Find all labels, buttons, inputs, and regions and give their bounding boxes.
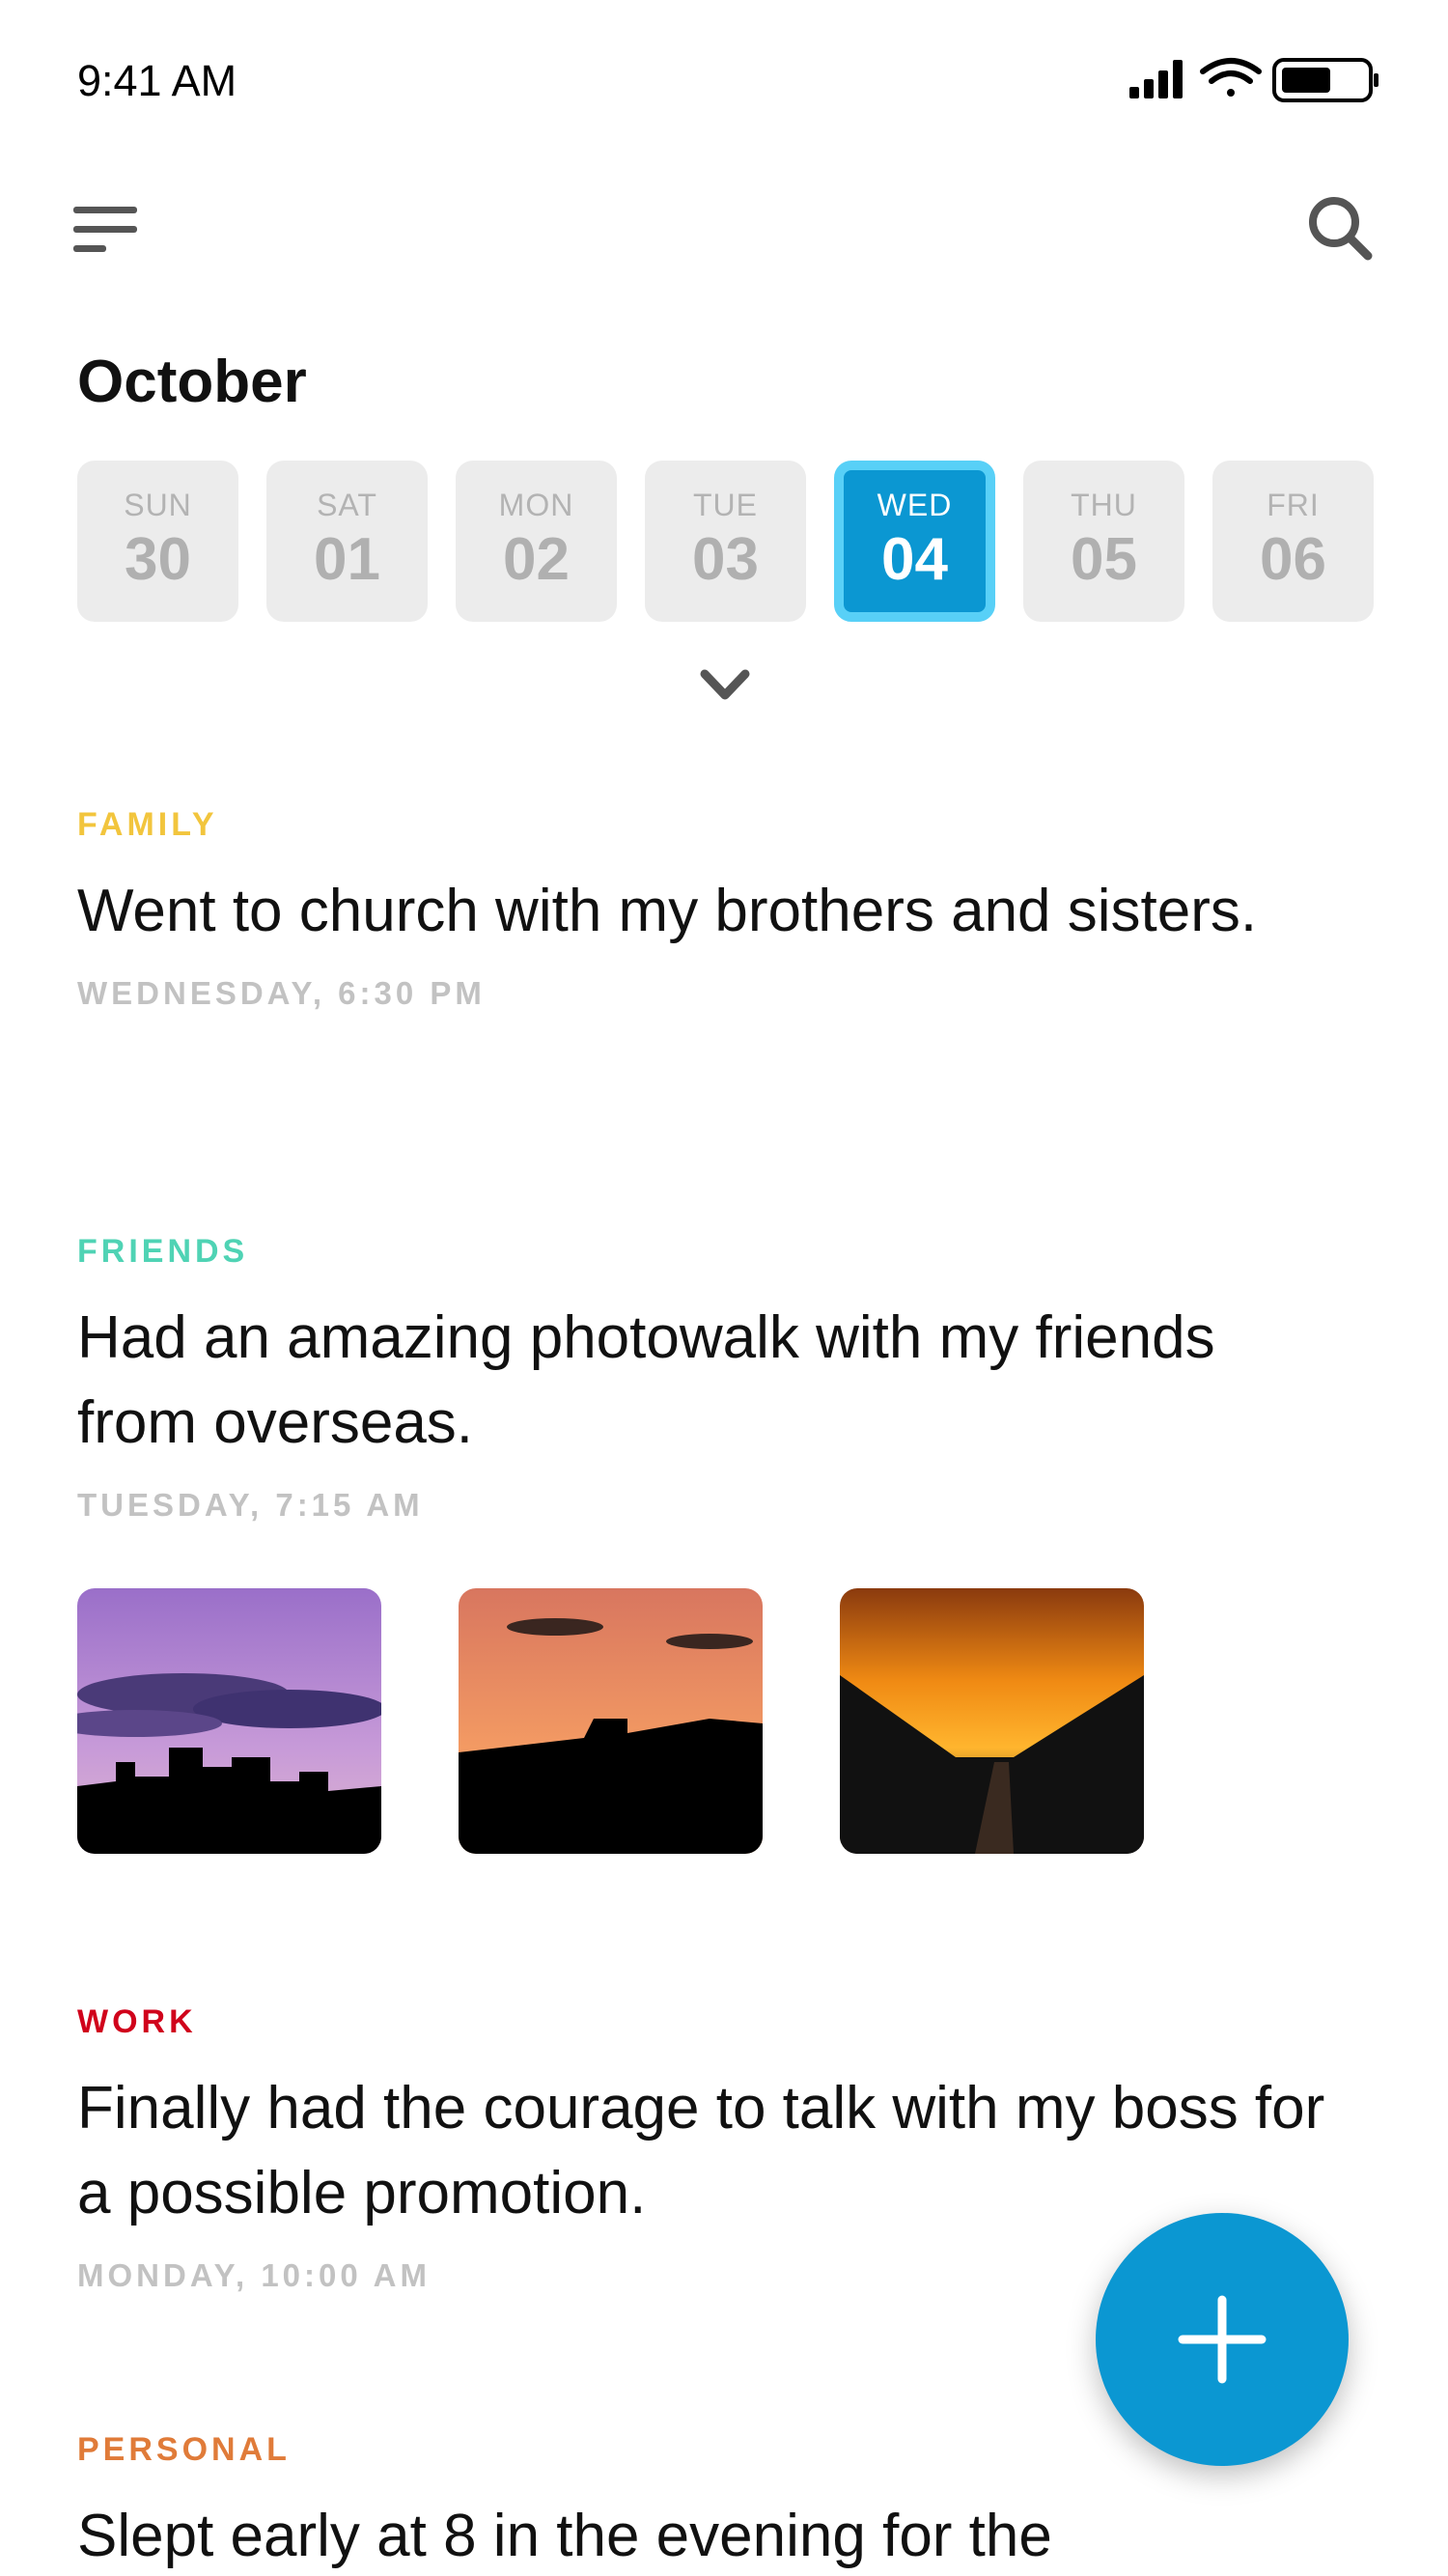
day-tue-03[interactable]: TUE 03: [645, 461, 806, 622]
day-number: 06: [1260, 526, 1326, 593]
entry-photos: [77, 1588, 1144, 1854]
entry-category: FRIENDS: [77, 1233, 249, 1270]
journal-screen: 9:41 AM October SUN 30 SAT 01 MON 02 TUE…: [0, 0, 1448, 2576]
day-number: 01: [314, 526, 380, 593]
entry-time: WEDNESDAY, 6:30 PM: [77, 975, 486, 1011]
month-title: October: [77, 349, 307, 415]
plus-icon: [1178, 2295, 1267, 2384]
day-sat-01[interactable]: SAT 01: [266, 461, 428, 622]
day-of-week: WED: [877, 488, 953, 522]
day-number: 03: [692, 526, 759, 593]
wifi-icon: [1200, 58, 1262, 97]
day-of-week: THU: [1071, 488, 1137, 522]
entry-time: TUESDAY, 7:15 AM: [77, 1487, 424, 1523]
day-number: 02: [503, 526, 570, 593]
day-sun-30[interactable]: SUN 30: [77, 461, 238, 622]
entry-text: Went to church with my brothers and sist…: [77, 878, 1258, 944]
day-wed-04-selected[interactable]: WED 04: [834, 461, 995, 622]
entry-text: Had an amazing photowalk with my friends…: [77, 1304, 1215, 1456]
status-bar: 9:41 AM: [0, 0, 1448, 145]
day-of-week: SAT: [317, 488, 377, 522]
purple-sky-skyline-photo[interactable]: [77, 1588, 381, 1854]
entry-category: FAMILY: [77, 806, 218, 843]
day-strip: SUN 30 SAT 01 MON 02 TUE 03 WED 04 THU 0…: [77, 461, 1376, 622]
menu-icon[interactable]: [73, 199, 141, 257]
orange-sky-rooftop-photo[interactable]: [459, 1588, 763, 1854]
entry-text: Slept early at 8 in the evening for the: [77, 2503, 1052, 2569]
entry-friends[interactable]: FRIENDS Had an amazing photowalk with my…: [77, 1233, 1332, 1524]
entry-text: Finally had the courage to talk with my …: [77, 2075, 1325, 2226]
search-icon[interactable]: [1305, 193, 1375, 263]
day-number: 30: [125, 526, 191, 593]
day-mon-02[interactable]: MON 02: [456, 461, 617, 622]
status-icons: [1129, 58, 1378, 102]
day-fri-06[interactable]: FRI 06: [1212, 461, 1374, 622]
top-toolbar: [0, 183, 1448, 261]
add-entry-button[interactable]: [1096, 2213, 1349, 2466]
entry-category: WORK: [77, 2003, 197, 2040]
day-of-week: FRI: [1267, 488, 1320, 522]
day-number: 04: [881, 526, 948, 593]
status-time: 9:41 AM: [77, 56, 237, 105]
day-number: 05: [1071, 526, 1137, 593]
chevron-down-icon[interactable]: [699, 666, 751, 705]
day-of-week: SUN: [124, 488, 192, 522]
battery-icon: [1272, 58, 1378, 102]
entry-family[interactable]: FAMILY Went to church with my brothers a…: [77, 806, 1332, 1012]
day-thu-05[interactable]: THU 05: [1023, 461, 1184, 622]
day-of-week: MON: [498, 488, 574, 522]
day-of-week: TUE: [693, 488, 758, 522]
sunset-bridge-photo[interactable]: [840, 1588, 1144, 1854]
signal-icon: [1129, 60, 1183, 98]
